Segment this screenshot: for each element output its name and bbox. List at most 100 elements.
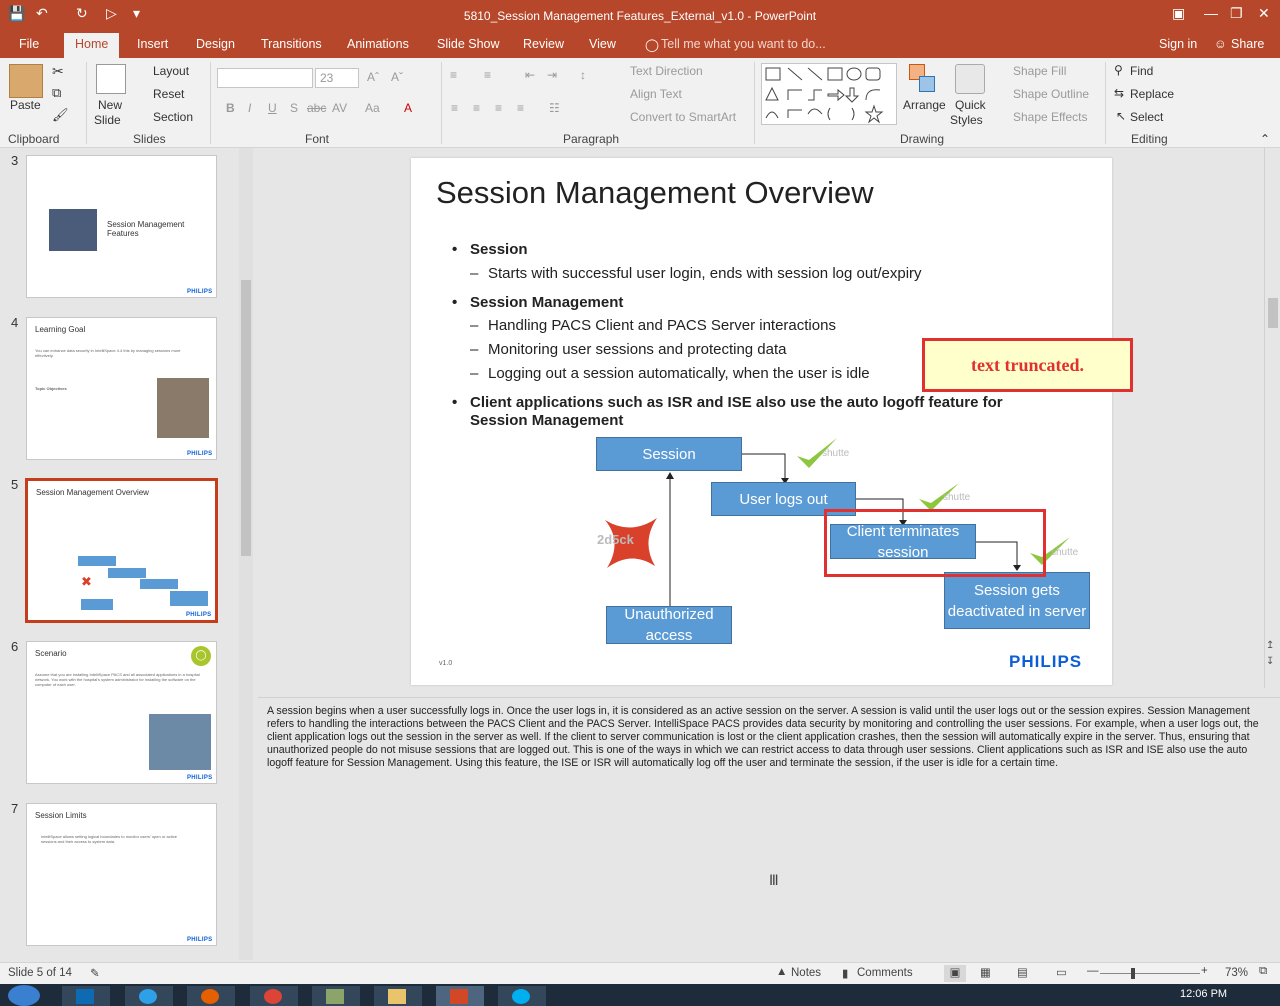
- change-case-icon[interactable]: Aa: [365, 101, 380, 115]
- prev-slide-icon[interactable]: ↥: [1266, 640, 1274, 651]
- slide-thumbnail-6[interactable]: Scenario ◯ Assume that you are installin…: [26, 641, 217, 784]
- text-direction-button[interactable]: Text Direction: [630, 64, 703, 78]
- shrink-font-icon[interactable]: Aˇ: [391, 70, 403, 84]
- arrange-icon[interactable]: [909, 64, 937, 94]
- increase-indent-icon[interactable]: ⇥: [547, 68, 557, 82]
- slideshow-view-icon[interactable]: ▭: [1056, 965, 1067, 979]
- bold-icon[interactable]: B: [226, 101, 235, 115]
- restore-icon[interactable]: ❐: [1230, 5, 1243, 22]
- cut-icon[interactable]: ✂: [52, 63, 64, 80]
- slide-thumbnail-4[interactable]: Learning Goal You can enhance data secur…: [26, 317, 217, 460]
- zoom-out-icon[interactable]: —: [1087, 965, 1099, 977]
- align-right-icon[interactable]: ≡: [495, 101, 502, 115]
- tab-slideshow[interactable]: Slide Show: [437, 37, 500, 51]
- spell-check-icon[interactable]: ✎: [90, 966, 100, 980]
- taskbar-chrome[interactable]: [250, 986, 298, 1006]
- select-button[interactable]: Select: [1130, 110, 1163, 124]
- tab-insert[interactable]: Insert: [137, 37, 168, 51]
- tab-view[interactable]: View: [589, 37, 616, 51]
- find-button[interactable]: Find: [1130, 64, 1153, 78]
- notes-button[interactable]: Notes: [791, 967, 821, 979]
- slide-thumbnail-5[interactable]: Session Management Overview ✖ PHILIPS: [25, 478, 218, 623]
- shape-effects-button[interactable]: Shape Effects: [1013, 110, 1088, 124]
- align-left-icon[interactable]: ≡: [451, 101, 458, 115]
- quick-styles-label-2[interactable]: Styles: [950, 113, 983, 127]
- notes-text[interactable]: A session begins when a user successfull…: [267, 705, 1262, 770]
- slide-sorter-icon[interactable]: ▦: [980, 965, 991, 979]
- quick-styles-icon[interactable]: [955, 64, 985, 94]
- columns-icon[interactable]: ☷: [549, 101, 560, 115]
- align-text-button[interactable]: Align Text: [630, 87, 682, 101]
- strikethrough-icon[interactable]: abc: [307, 101, 326, 115]
- slide-thumbnail-7[interactable]: Session Limits IntelliSpace allows setti…: [26, 803, 217, 946]
- slide-thumbnail-3[interactable]: Session Management Features PHILIPS: [26, 155, 217, 298]
- justify-icon[interactable]: ≡: [517, 101, 524, 115]
- close-icon[interactable]: ✕: [1258, 5, 1270, 22]
- current-slide[interactable]: Session Management Overview • Session – …: [411, 158, 1112, 685]
- numbering-icon[interactable]: ≡: [484, 68, 491, 82]
- new-slide-label-1[interactable]: New: [98, 98, 122, 112]
- decrease-indent-icon[interactable]: ⇤: [525, 68, 535, 82]
- tab-transitions[interactable]: Transitions: [261, 37, 322, 51]
- scrollbar-thumb[interactable]: [241, 280, 251, 556]
- shapes-gallery[interactable]: [761, 63, 897, 125]
- tab-home[interactable]: Home: [64, 33, 120, 58]
- char-spacing-icon[interactable]: AV: [332, 101, 347, 115]
- taskbar-powerpoint[interactable]: [436, 986, 484, 1006]
- taskbar-app[interactable]: [312, 986, 360, 1006]
- new-slide-icon[interactable]: [96, 64, 126, 94]
- ribbon-display-icon[interactable]: ▣: [1172, 5, 1185, 22]
- normal-view-icon[interactable]: ▣: [944, 965, 966, 982]
- format-painter-icon[interactable]: 🖌: [52, 107, 69, 123]
- comments-button[interactable]: Comments: [857, 967, 913, 979]
- reset-button[interactable]: Reset: [153, 87, 184, 101]
- section-button[interactable]: Section: [153, 110, 193, 124]
- italic-icon[interactable]: I: [248, 101, 251, 115]
- box-unauthorized-access[interactable]: Unauthorized access: [606, 606, 732, 644]
- shape-outline-button[interactable]: Shape Outline: [1013, 87, 1089, 101]
- paste-icon[interactable]: [9, 64, 43, 98]
- font-name-combo[interactable]: [217, 68, 313, 88]
- convert-smartart-button[interactable]: Convert to SmartArt: [630, 110, 736, 124]
- replace-button[interactable]: Replace: [1130, 87, 1174, 101]
- font-size-combo[interactable]: 23: [315, 68, 359, 88]
- layout-button[interactable]: Layout: [153, 64, 189, 78]
- bullets-icon[interactable]: ≡: [450, 68, 457, 82]
- zoom-slider-handle[interactable]: [1131, 968, 1135, 979]
- grow-font-icon[interactable]: Aˆ: [367, 70, 379, 84]
- sign-in-link[interactable]: Sign in: [1159, 37, 1197, 51]
- tab-animations[interactable]: Animations: [347, 37, 409, 51]
- clock[interactable]: 12:06 PM: [1180, 988, 1227, 1000]
- tab-file[interactable]: File: [19, 37, 39, 51]
- start-button[interactable]: [8, 985, 40, 1006]
- taskbar-firefox[interactable]: [187, 986, 235, 1006]
- collapse-ribbon-icon[interactable]: ⌃: [1260, 132, 1270, 146]
- arrange-button[interactable]: Arrange: [903, 98, 946, 112]
- share-button[interactable]: Share: [1231, 37, 1264, 51]
- fit-slide-icon[interactable]: ⧉: [1259, 965, 1267, 978]
- zoom-level[interactable]: 73%: [1225, 967, 1248, 979]
- box-session[interactable]: Session: [596, 437, 742, 471]
- underline-icon[interactable]: U: [268, 101, 277, 115]
- notes-pane[interactable]: A session begins when a user successfull…: [258, 697, 1280, 962]
- zoom-in-icon[interactable]: +: [1201, 965, 1208, 977]
- tab-review[interactable]: Review: [523, 37, 564, 51]
- taskbar-outlook[interactable]: [62, 986, 110, 1006]
- quick-styles-label-1[interactable]: Quick: [955, 98, 986, 112]
- tell-me-search[interactable]: Tell me what you want to do...: [661, 37, 826, 51]
- align-center-icon[interactable]: ≡: [473, 101, 480, 115]
- line-spacing-icon[interactable]: ↕: [580, 68, 586, 82]
- taskbar-ie[interactable]: [125, 986, 173, 1006]
- slide-scrollbar[interactable]: [1264, 148, 1280, 688]
- taskbar-explorer[interactable]: [374, 986, 422, 1006]
- tab-design[interactable]: Design: [196, 37, 235, 51]
- box-session-deactivated[interactable]: Session gets deactivated in server: [944, 572, 1090, 629]
- copy-icon[interactable]: ⧉: [52, 85, 61, 101]
- new-slide-label-2[interactable]: Slide: [94, 113, 121, 127]
- paste-button[interactable]: Paste: [10, 98, 41, 112]
- shape-fill-button[interactable]: Shape Fill: [1013, 64, 1066, 78]
- zoom-slider[interactable]: [1100, 973, 1200, 974]
- font-color-icon[interactable]: A: [404, 101, 412, 115]
- next-slide-icon[interactable]: ↧: [1266, 656, 1274, 667]
- reading-view-icon[interactable]: ▤: [1017, 965, 1028, 979]
